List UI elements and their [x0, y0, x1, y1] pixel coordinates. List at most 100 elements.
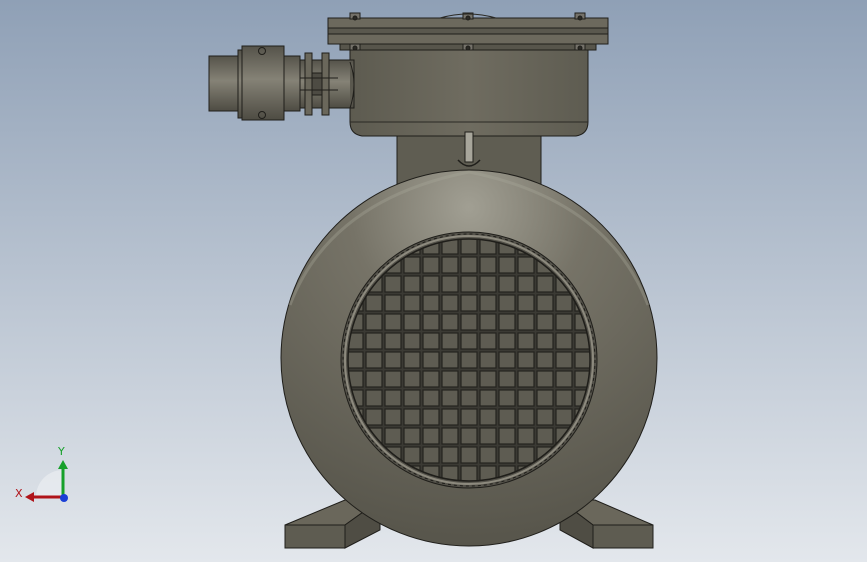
grille-cell — [460, 370, 478, 388]
terminal-box[interactable] — [327, 12, 609, 137]
grille-cell — [479, 294, 497, 312]
grille-cell — [555, 351, 573, 369]
grille-cell — [441, 427, 459, 445]
grille-cell — [403, 294, 421, 312]
grille-cell — [498, 446, 516, 464]
grille-cell — [348, 351, 364, 369]
grille-cell — [460, 256, 478, 274]
grille-cell — [536, 313, 554, 331]
grille-cell — [384, 313, 402, 331]
lid-bolt — [349, 12, 361, 21]
grille-cell — [384, 275, 402, 293]
grille-cell — [555, 294, 573, 312]
grille-cell — [536, 351, 554, 369]
grille-cell — [498, 389, 516, 407]
grille-cell — [498, 370, 516, 388]
grille-cell — [422, 351, 440, 369]
grille-cell — [536, 332, 554, 350]
lid-bolt — [349, 43, 361, 51]
grille-cell — [365, 313, 383, 331]
y-axis-label: Y — [57, 445, 65, 458]
grille-cell — [384, 351, 402, 369]
grille-cell — [536, 408, 554, 426]
grille-cell — [403, 256, 421, 274]
grille-cell — [479, 275, 497, 293]
grille-cell — [384, 427, 402, 445]
grille-cell — [422, 256, 440, 274]
grille-cell — [517, 446, 535, 464]
grille-cell — [422, 294, 440, 312]
grille-cell — [479, 351, 497, 369]
grille-cell — [422, 427, 440, 445]
grille-cell — [384, 332, 402, 350]
grille-cell — [365, 370, 383, 388]
grille-cell — [441, 275, 459, 293]
grille-cell — [555, 332, 573, 350]
grille-cell — [479, 370, 497, 388]
grille-cell — [403, 370, 421, 388]
grille-cell — [384, 370, 402, 388]
grille-cell — [517, 427, 535, 445]
grille-cell — [365, 351, 383, 369]
grille-cell — [460, 389, 478, 407]
grille-cell — [441, 256, 459, 274]
grille-cell — [422, 389, 440, 407]
grille-cell — [403, 313, 421, 331]
grille-cell — [422, 408, 440, 426]
grille-cell — [574, 351, 590, 369]
graphics-viewport[interactable]: X Y — [0, 0, 867, 562]
grille-cell — [498, 313, 516, 331]
grille-cell — [460, 332, 478, 350]
grille-cell — [403, 389, 421, 407]
grille-cell — [403, 446, 421, 464]
grille-cell — [498, 408, 516, 426]
lid-bolt — [574, 12, 586, 21]
grille-cell — [422, 370, 440, 388]
grille-cell — [536, 294, 554, 312]
grille-cell — [517, 370, 535, 388]
grille-cell — [555, 313, 573, 331]
grille-cell — [536, 389, 554, 407]
grille-cell — [441, 389, 459, 407]
grille-cell — [441, 313, 459, 331]
grille-cell — [517, 332, 535, 350]
grille-cell — [517, 275, 535, 293]
grille-cell — [479, 389, 497, 407]
grille-cell — [365, 389, 383, 407]
grille-cell — [365, 332, 383, 350]
grille-cell — [517, 256, 535, 274]
grille-cell — [460, 446, 478, 464]
grille-cell — [422, 275, 440, 293]
grille-cell — [517, 408, 535, 426]
grille-cell — [498, 427, 516, 445]
grille-cell — [479, 446, 497, 464]
grille-cell — [498, 275, 516, 293]
grille-cell — [422, 332, 440, 350]
grille-cell — [460, 351, 478, 369]
grille-cell — [517, 313, 535, 331]
grille-cell — [479, 256, 497, 274]
grille-cell — [460, 275, 478, 293]
grille-cell — [403, 332, 421, 350]
grille-cell — [441, 294, 459, 312]
grille-cell — [498, 332, 516, 350]
grille-cell — [479, 313, 497, 331]
grille-cell — [517, 389, 535, 407]
grille-cell — [441, 408, 459, 426]
lid-bolt — [462, 43, 474, 51]
grille-cell — [555, 370, 573, 388]
z-axis-origin — [60, 494, 68, 502]
grille-cell — [403, 427, 421, 445]
grille-cell — [403, 275, 421, 293]
grille-cell — [479, 332, 497, 350]
grille-cell — [536, 275, 554, 293]
grille-cell — [384, 389, 402, 407]
grille-cell — [479, 408, 497, 426]
grille-cell — [498, 256, 516, 274]
grille-cell — [365, 294, 383, 312]
grille-cell — [384, 408, 402, 426]
grille-cell — [555, 389, 573, 407]
grille-cell — [479, 427, 497, 445]
grille-cell — [441, 446, 459, 464]
grille-cell — [384, 294, 402, 312]
